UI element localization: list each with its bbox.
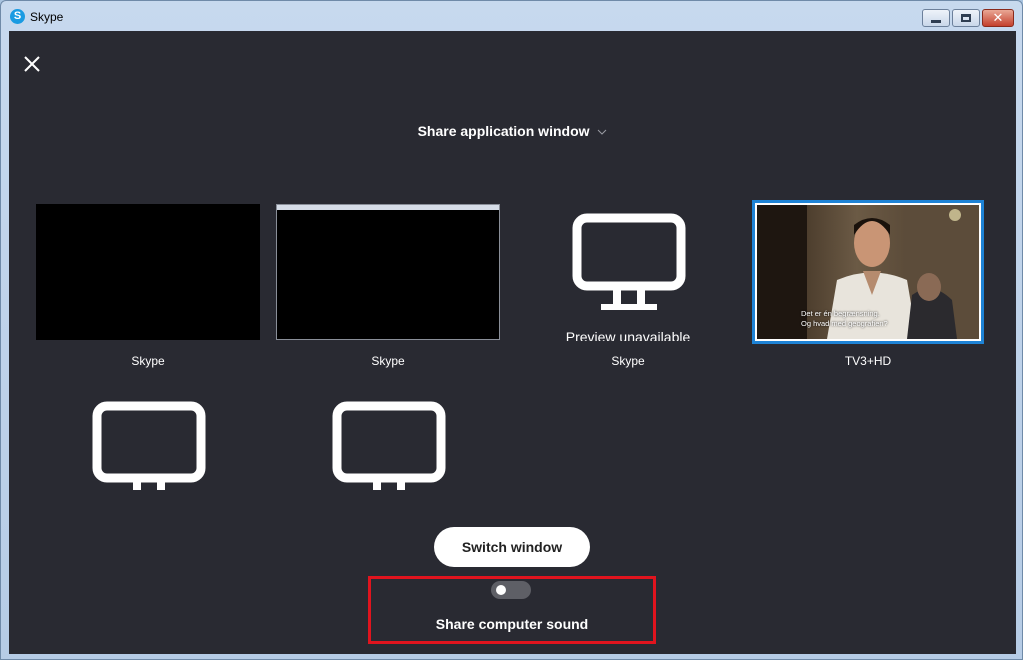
window-tile[interactable]: Preview unavailable Skype (516, 204, 740, 374)
window-tile-label: Skype (611, 354, 645, 368)
window-title: Skype (30, 10, 64, 24)
minimize-button[interactable] (922, 9, 950, 27)
window-tile[interactable] (276, 396, 500, 491)
minimize-icon (931, 19, 941, 23)
selected-window-tile[interactable]: Det er én begrænsning. Og hvad med geogr… (752, 200, 984, 344)
close-icon: ✕ (992, 10, 1004, 25)
window-tile[interactable]: Skype (276, 204, 500, 374)
chevron-down-icon (598, 129, 607, 136)
window-tile-label: Skype (131, 354, 165, 368)
window-thumbnail (36, 204, 260, 340)
window-close-button[interactable]: ✕ (982, 9, 1014, 27)
window-tile-label: Skype (371, 354, 405, 368)
subtitle-line: Det er én begrænsning. (801, 309, 880, 318)
selected-window-label: TV3+HD (844, 354, 892, 368)
share-sound-toggle[interactable] (491, 581, 531, 599)
switch-window-button[interactable]: Switch window (434, 527, 590, 567)
video-subtitle: Det er én begrænsning. Og hvad med geogr… (801, 309, 888, 329)
monitor-icon (572, 213, 686, 310)
channel-logo-icon (949, 209, 961, 221)
share-mode-label: Share application window (417, 123, 590, 139)
window-tile[interactable]: Skype (36, 204, 260, 374)
app-window: S Skype ✕ Share application window Skype… (0, 0, 1023, 660)
close-panel-icon[interactable] (21, 53, 43, 75)
preview-unavailable-text: Preview unavailable (565, 329, 691, 341)
window-thumbnail (276, 204, 500, 340)
subtitle-line: Og hvad med geografien? (801, 319, 888, 328)
maximize-icon (961, 14, 971, 22)
window-controls: ✕ (922, 9, 1014, 27)
share-sound-label: Share computer sound (435, 616, 589, 632)
share-mode-dropdown[interactable]: Share application window (9, 123, 1016, 139)
toggle-knob (496, 585, 506, 595)
title-bar[interactable]: S Skype ✕ (1, 1, 1022, 31)
monitor-icon (332, 401, 446, 490)
window-tile[interactable] (36, 396, 260, 491)
skype-logo-icon: S (10, 9, 25, 24)
thumbnail-titlebar (277, 205, 499, 210)
video-thumbnail: Det er én begrænsning. Og hvad med geogr… (757, 205, 979, 339)
share-screen-panel: Share application window Skype Skype Pre… (9, 31, 1016, 654)
maximize-button[interactable] (952, 9, 980, 27)
monitor-icon (92, 401, 206, 490)
